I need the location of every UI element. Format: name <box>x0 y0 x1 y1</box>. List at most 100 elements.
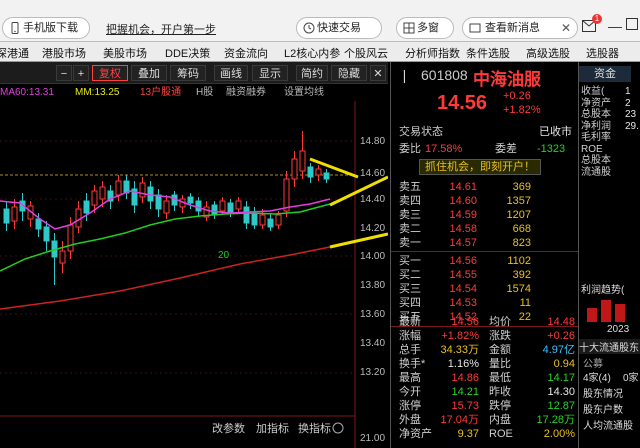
candle-body <box>307 166 314 178</box>
menu-item[interactable]: DDE决策 <box>165 45 210 61</box>
add-indicator-button[interactable]: 加指标 <box>256 421 289 435</box>
hide-button[interactable]: 隐藏 <box>331 65 367 81</box>
menu-item[interactable]: 美股市场 <box>103 45 147 61</box>
status-value: 已收市 <box>539 126 572 138</box>
view-new-message-label: 查看新消息 <box>485 22 540 34</box>
quick-trade-button[interactable]: 快速交易F12 <box>296 17 382 54</box>
stat-row: 涨幅 +1.82% 涨跌 +0.26 <box>399 330 575 342</box>
multi-window-button[interactable]: 多窗口 <box>396 17 454 54</box>
edit-params-button[interactable]: 改参数 <box>212 421 245 435</box>
nav-prev-icon[interactable]: ❘ <box>399 68 410 84</box>
top-toolbar: 手机版下载 把握机会，开户第一步 快速交易F12 多窗口 查看新消息 ✕ 1 — <box>0 0 640 54</box>
menu-item[interactable]: 高级选股 <box>526 45 570 61</box>
menu-item[interactable]: 深港通 <box>0 45 29 61</box>
menu-item[interactable]: 分析师指数 <box>405 45 460 61</box>
candle-body <box>283 178 290 212</box>
ask-row: 卖三 14.59 1207 <box>399 209 531 221</box>
price-tick: 13.80 <box>360 280 385 291</box>
candle-body <box>211 204 218 216</box>
fund-row-label: 净利润 <box>581 120 611 132</box>
fund-row-label: ROE <box>581 143 603 155</box>
price-change-pct: +1.82% <box>503 104 541 116</box>
stat-row: 最高 14.86 最低 14.17 <box>399 372 575 384</box>
candle-body <box>11 206 18 222</box>
menu-item[interactable]: 港股市场 <box>42 45 86 61</box>
tab-fund[interactable]: 资金 <box>579 66 631 82</box>
last-price: 14.56 <box>437 92 488 114</box>
maximize-icon[interactable] <box>626 18 638 30</box>
candle-body <box>299 150 306 172</box>
mail-badge: 1 <box>592 14 602 24</box>
fund-row-label: 流通股 <box>581 166 611 178</box>
settings-icon[interactable] <box>332 422 344 434</box>
candle-body <box>267 218 274 228</box>
bid-row: 买二 14.55 392 <box>399 269 531 281</box>
volume-tick: 21.00 <box>360 433 385 444</box>
fund-row-value: 1 <box>625 86 631 97</box>
candle-body <box>163 200 170 214</box>
change-indicator-button[interactable]: 换指标 <box>298 421 331 435</box>
menu-item[interactable]: 选股器 <box>586 45 619 61</box>
view-new-message-button[interactable]: 查看新消息 ✕ <box>462 17 578 39</box>
kline-chart[interactable]: 20 14.80 14.60 14.40 14.20 14.00 13.80 1… <box>0 101 388 448</box>
windows-icon <box>403 22 415 34</box>
candle-body <box>155 194 162 210</box>
ask-row: 卖二 14.58 668 <box>399 223 531 235</box>
candle-body <box>227 202 234 214</box>
fund-row-value: 23 <box>625 109 637 120</box>
menu-item[interactable]: 条件选股 <box>466 45 510 61</box>
quote-panel: ❘ 601808 中海油服 融 港 14.56 +0.26 +1.82% 交易状… <box>390 62 621 448</box>
shareholder-info-link[interactable]: 股东情况 <box>583 385 623 400</box>
overlay-button[interactable]: 叠加 <box>131 65 167 81</box>
stock-connect-label[interactable]: 13户股通 <box>140 85 181 101</box>
draw-line-button[interactable]: 画线 <box>214 65 248 81</box>
top10-holders-tab[interactable]: 十大流通股东 <box>579 339 640 354</box>
message-icon <box>469 23 481 33</box>
fundamentals-list: 收益( 净资产 总股本 净利润 毛利率 ROE 总股本 流通股 <box>581 86 611 178</box>
weibi-value: 17.58% <box>425 143 463 155</box>
stock-code: 601808 <box>421 67 468 83</box>
mm-label: MM:13.25 <box>75 87 120 98</box>
price-tick: 14.40 <box>360 194 385 205</box>
price-change: +0.26 <box>503 90 531 102</box>
stat-row: 外盘 17.04万 内盘 17.28万 <box>399 414 575 426</box>
fund-row-label: 净资产 <box>581 97 611 109</box>
mobile-download-button[interactable]: 手机版下载 <box>2 17 90 39</box>
adjust-rights-button[interactable]: 复权 <box>92 65 128 81</box>
price-tick: 14.00 <box>360 251 385 262</box>
candle-body <box>251 212 258 226</box>
profit-bar <box>615 304 625 322</box>
minimize-icon[interactable]: — <box>608 18 622 34</box>
ask-row: 卖五 14.61 369 <box>399 181 531 193</box>
profit-bar <box>601 300 611 322</box>
candle-body <box>3 208 10 224</box>
stat-row: 换手* 1.16% 量比 0.94 <box>399 358 575 370</box>
margin-trading-label[interactable]: 融资融券 <box>226 85 266 101</box>
close-chart-icon[interactable]: ✕ <box>370 65 386 81</box>
candle-body <box>139 182 146 198</box>
ma-settings-label[interactable]: 设置均线 <box>284 85 324 101</box>
open-account-promo-link[interactable]: 把握机会，开户第一步 <box>106 21 216 37</box>
zoom-in-button[interactable]: + <box>73 65 89 81</box>
candle-body <box>235 200 242 210</box>
menu-item[interactable]: 个股风云 <box>344 45 388 61</box>
simple-mode-button[interactable]: 简约 <box>296 65 328 81</box>
candle-body <box>83 200 90 214</box>
menu-item[interactable]: 资金流向 <box>224 45 268 61</box>
candle-body <box>35 218 42 230</box>
open-account-banner[interactable]: 抓住机会，即刻开户！ <box>419 159 541 175</box>
chip-distribution-button[interactable]: 筹码 <box>170 65 206 81</box>
fund-row-value: 29. <box>625 120 639 132</box>
shareholder-count-label: 股东户数 <box>583 405 623 416</box>
fund-row-label: 毛利率 <box>581 132 611 143</box>
status-label: 交易状态 <box>399 126 443 138</box>
display-button[interactable]: 显示 <box>252 65 288 81</box>
close-message-icon[interactable]: ✕ <box>561 18 571 38</box>
menu-item[interactable]: L2核心内参 <box>284 45 340 61</box>
price-tick: 13.60 <box>360 309 385 320</box>
h-share-label[interactable]: H股 <box>196 85 213 101</box>
candle-body <box>195 200 202 212</box>
candle-body <box>59 250 66 264</box>
zoom-out-button[interactable]: − <box>56 65 72 81</box>
weicha-value: -1323 <box>537 143 566 155</box>
